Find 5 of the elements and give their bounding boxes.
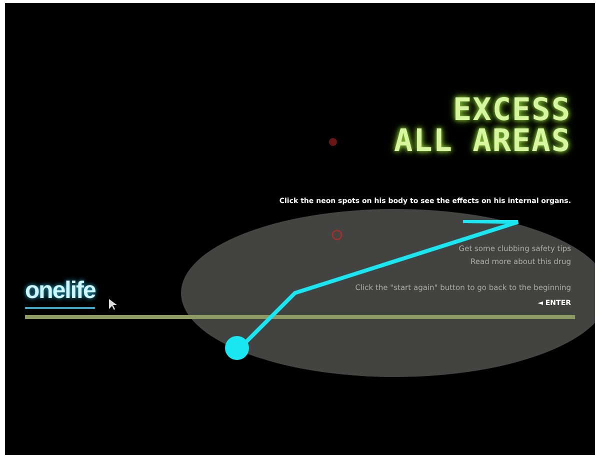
logo[interactable]: onelife xyxy=(25,277,96,309)
cursor-icon xyxy=(109,299,118,311)
neon-spot-icon[interactable] xyxy=(328,137,338,147)
site-title: EXCESS ALL AREAS xyxy=(394,95,571,157)
neon-spot-icon[interactable] xyxy=(331,229,343,241)
